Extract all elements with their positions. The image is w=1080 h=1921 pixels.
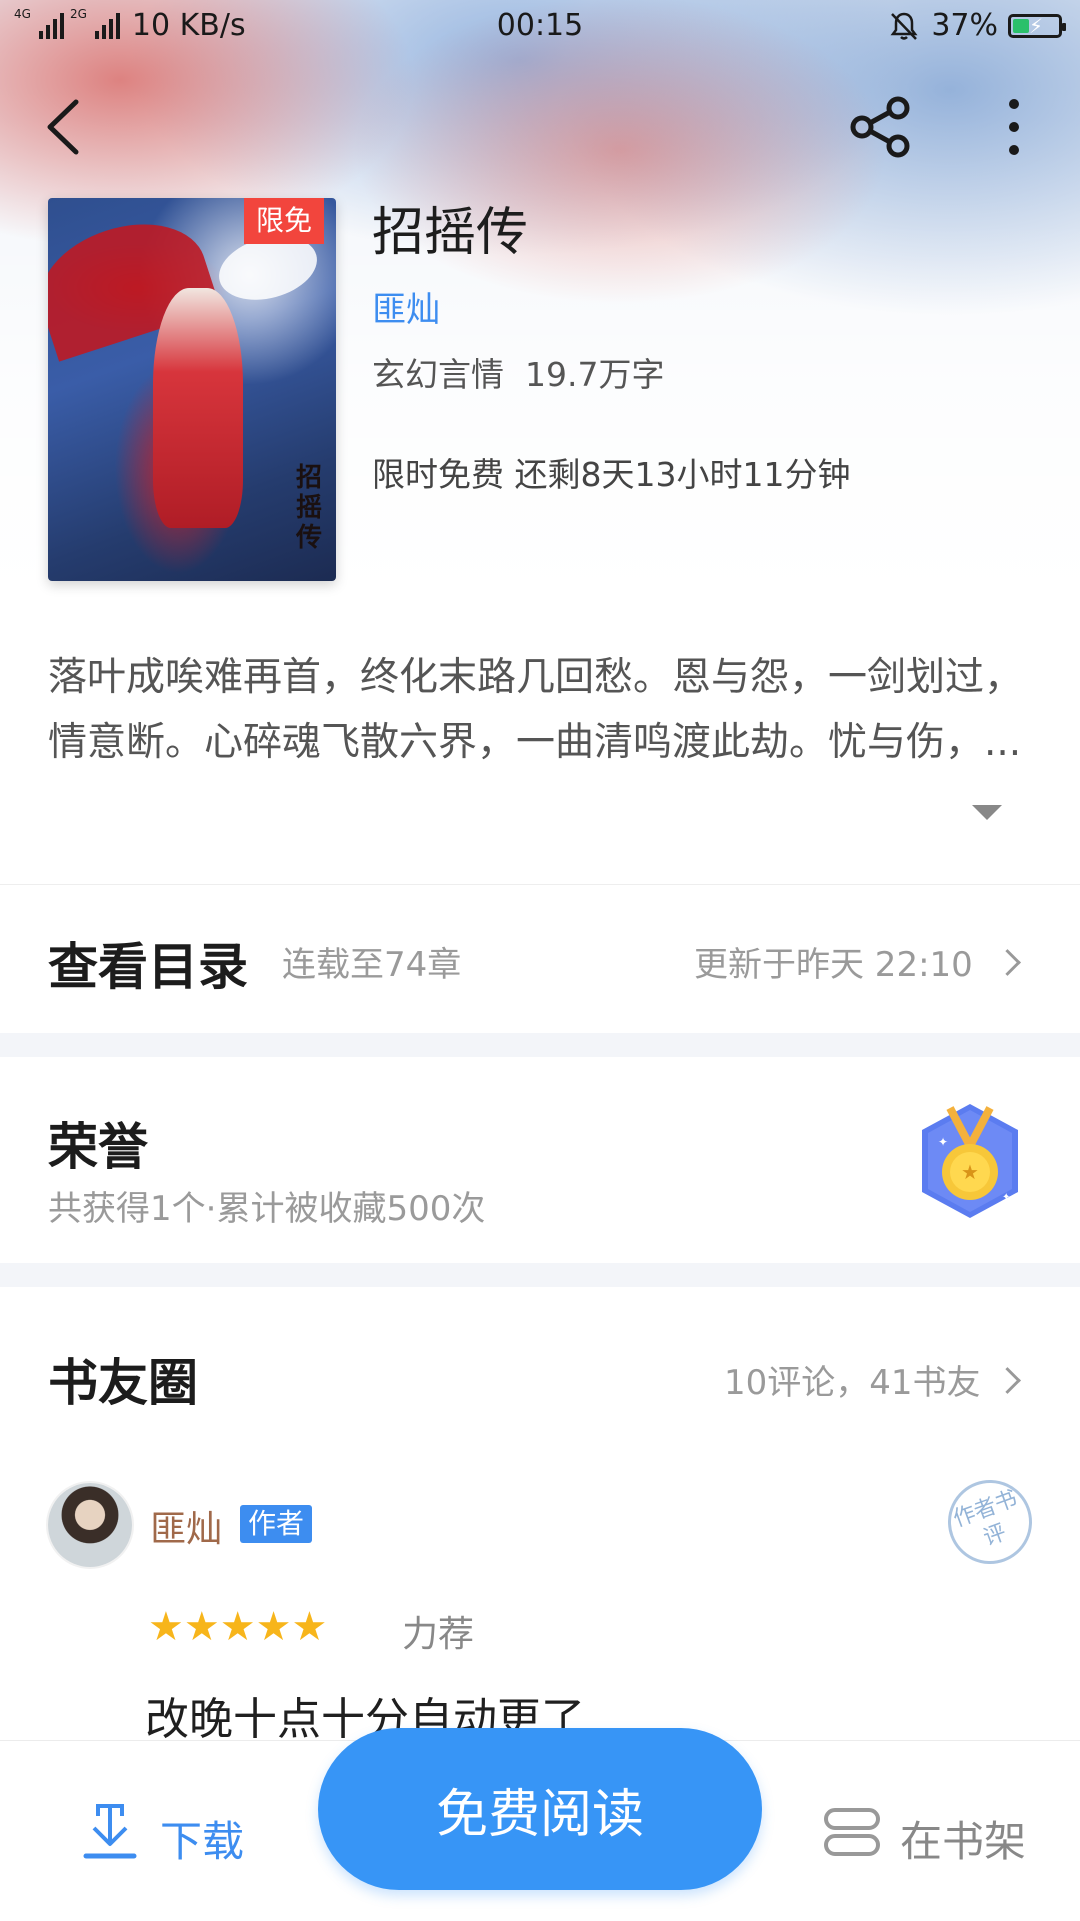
battery-icon: ⚡ (1008, 13, 1066, 38)
book-author-link[interactable]: 匪灿 (372, 282, 440, 331)
cover-vertical-title: 招摇传 (296, 463, 323, 553)
download-button[interactable]: 下载 (160, 1808, 244, 1869)
svg-text:✦: ✦ (938, 1135, 948, 1149)
book-intro[interactable]: 落叶成唉难再首，终化末路几回愁。恩与怨，一剑划过，情意断。心碎魂飞散六界，一曲清… (48, 645, 1032, 775)
battery-percent: 37% (931, 8, 998, 43)
author-tag-badge: 作者 (240, 1505, 313, 1543)
battery-fill (1013, 18, 1029, 33)
cover-figure-art (153, 288, 243, 528)
free-read-button[interactable]: 免费阅读 (318, 1728, 762, 1890)
section-gap (0, 1033, 1080, 1057)
honor-subtitle: 共获得1个·累计被收藏500次 (48, 1189, 486, 1229)
section-gap-2 (0, 1263, 1080, 1287)
book-title: 招摇传 (372, 203, 529, 263)
author-review-stamp: 作者书评 (936, 1468, 1044, 1576)
catalog-row[interactable]: 查看目录 连载至74章 更新于昨天 22:10 (0, 885, 1080, 1033)
chevron-right-icon (994, 949, 1021, 976)
on-shelf-button[interactable]: 在书架 (900, 1808, 1026, 1869)
chevron-right-icon-2 (994, 1367, 1021, 1394)
medal-icon[interactable]: ★ ✦ ✦ (914, 1100, 1026, 1222)
limited-free-countdown: 限时免费 还剩8天13小时11分钟 (372, 455, 851, 494)
book-meta: 玄幻言情 19.7万字 (372, 355, 665, 394)
status-bar: 4G 2G 10 KB/s 00:15 37% ⚡ (0, 0, 1080, 56)
book-cover[interactable]: 招摇传 限免 (48, 198, 336, 581)
share-icon[interactable] (848, 94, 914, 160)
mute-bell-icon (890, 12, 918, 40)
honor-title: 荣誉 (48, 1117, 148, 1176)
back-arrow-icon[interactable] (40, 96, 86, 158)
limited-free-badge: 限免 (243, 198, 324, 244)
star-icons: ★★★★★ (148, 1604, 328, 1650)
charging-bolt-icon: ⚡ (1029, 13, 1044, 38)
circle-header[interactable]: 书友圈 10评论，41书友 (0, 1287, 1080, 1427)
download-icon[interactable] (82, 1800, 138, 1862)
expand-triangle-icon[interactable] (972, 805, 1002, 820)
rating-stars: ★★★★★ (148, 1605, 327, 1649)
status-right: 37% ⚡ (887, 8, 1066, 43)
svg-text:★: ★ (961, 1160, 979, 1184)
bookshelf-icon[interactable] (822, 1806, 882, 1860)
circle-title: 书友圈 (48, 1353, 198, 1412)
comment-author-name[interactable]: 匪灿 (150, 1500, 222, 1552)
avatar[interactable] (48, 1483, 132, 1567)
circle-summary: 10评论，41书友 (724, 1363, 981, 1403)
catalog-updated: 更新于昨天 22:10 (694, 945, 973, 985)
catalog-progress: 连载至74章 (282, 945, 462, 985)
more-vertical-icon[interactable] (1000, 96, 1028, 158)
catalog-title: 查看目录 (48, 937, 248, 996)
rating-label: 力荐 (402, 1614, 475, 1655)
svg-text:✦: ✦ (1002, 1192, 1010, 1203)
